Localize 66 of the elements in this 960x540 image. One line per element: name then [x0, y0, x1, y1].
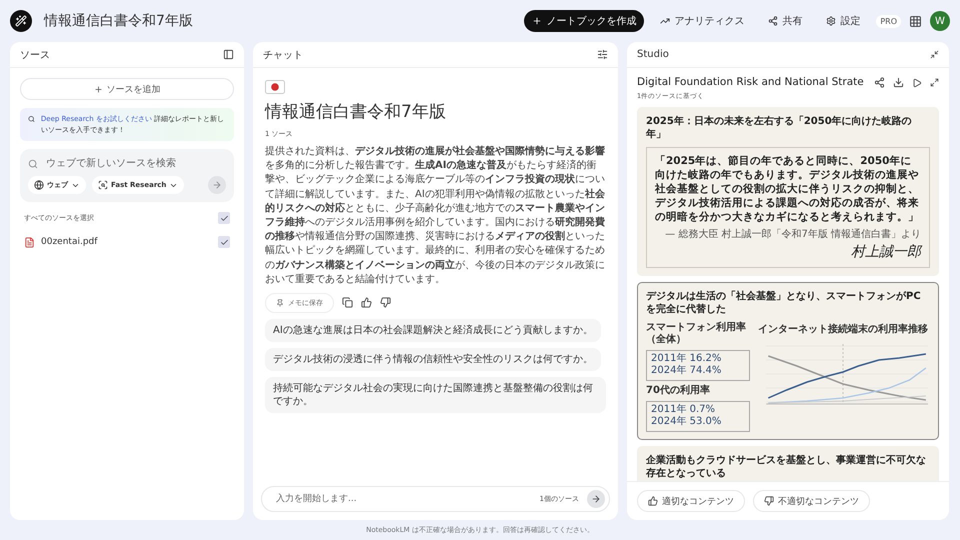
web-search-field[interactable]: ウェブで新しいソースを検索 [44, 157, 226, 170]
panel-title: チャット [263, 48, 303, 62]
send-button[interactable] [587, 490, 605, 508]
notebook-heading: 情報通信白書令和7年版 [265, 101, 447, 123]
trend-icon [660, 16, 670, 26]
plus-icon [94, 84, 102, 94]
globe-icon [34, 180, 44, 190]
suggested-question[interactable]: デジタル技術の浸透に伴う情報の信頼性や安全性のリスクは何ですか。 [265, 348, 601, 371]
panel-title: ソース [20, 48, 50, 62]
feedback-button[interactable]: 不適切なコンテンツ [753, 490, 870, 512]
source-name[interactable]: 00zentai.pdf [41, 237, 212, 247]
thumbs-up-icon [648, 496, 658, 506]
suggested-question[interactable]: AIの急速な進展は日本の社会課題解決と経済成長にどう貢献しますか。 [265, 318, 601, 342]
plus-icon [532, 16, 542, 26]
logo-icon[interactable] [10, 10, 32, 32]
pin-icon [276, 298, 284, 307]
search-icon [28, 114, 35, 124]
summary-text: 提供された資料は、デジタル技術の進展が社会基盤や国際情勢に与える影響を多角的に分析した報告書です。生成AIの急速な普及がもたらす経済的衝撃や、ビッグテック企業による海底ケーブル等のインフラ投資の現状について詳細に解説しています。また、AIの犯罪利用や偽情報の拡散といった社会的リスクへの対応とともに、少子高齢化が進む地方でのスマート農業やインフラ維持へのデジタル活用事例を紹介しています。国内における研究開発費の推移や情報通信分野の国際連携、災害時におけるメディアの役割といった幅広いトピックを網羅しています。最終的に、利用者の安心を確保するためのガバナンス構築とイノベーションの両立が、今後の日本のデジタル政策において重要であると結論付けています。 [265, 145, 606, 287]
sliders-icon[interactable] [597, 49, 608, 60]
share-icon[interactable] [874, 77, 885, 88]
arrow-icon [212, 180, 222, 190]
thumbs-down-icon [764, 496, 774, 506]
collapse-icon[interactable] [930, 50, 939, 59]
quote-attribution: — 総務大臣 村上誠一郎「令和7年版 情報通信白書」より [664, 228, 921, 240]
avatar[interactable]: W [930, 11, 950, 31]
checkbox[interactable] [218, 212, 230, 224]
panel-toggle-icon[interactable] [223, 49, 234, 60]
slide-title: 2025年：日本の未来を左右する「2050年に向けた岐路の年」 [646, 114, 913, 142]
stat-label: 70代の利用率 [646, 384, 711, 396]
checkbox[interactable] [218, 236, 230, 248]
header-button[interactable]: ノートブックを作成 [524, 10, 644, 32]
artifact-title: Digital Foundation Risk and National Strate [637, 76, 865, 90]
share-icon [768, 16, 778, 26]
panel-title: Studio [637, 49, 669, 60]
header-button[interactable]: 共有 [760, 10, 810, 32]
thumbs-down-icon[interactable] [380, 297, 391, 308]
slide-title: 企業活動もクラウドサービスを基盤とし、事業運営に不可欠な存在となっている [646, 454, 927, 480]
expand-icon[interactable] [930, 78, 939, 88]
chart-title: インターネット接続端末の利用率推移 [757, 322, 929, 336]
apps-grid-icon[interactable] [909, 14, 922, 28]
check-icon [220, 238, 228, 246]
stat-from: 2011年 0.7% [651, 404, 716, 416]
suggested-question[interactable]: 持続可能なデジタル社会の実現に向けた国際連携と基盤整備の役割は何ですか。 [265, 376, 606, 413]
check-icon [220, 214, 228, 222]
header-button[interactable]: アナリティクス [652, 10, 752, 32]
stat-from: 2011年 16.2% [651, 352, 722, 365]
flag-icon [265, 80, 285, 94]
header-button[interactable]: 設定 [818, 10, 868, 32]
signature: 村上誠一郎 [850, 242, 921, 260]
search-icon [28, 158, 38, 168]
stat-to: 2024年 74.4% [651, 365, 722, 378]
slide-title: デジタルは生活の「社会基盤」となり、スマートフォンがPCを完全に代替した [646, 290, 922, 316]
plan-badge: PRO [876, 14, 901, 28]
stat-label: スマートフォン利用率（全体） [646, 322, 747, 346]
settings-icon [826, 16, 836, 26]
arrow-icon [591, 494, 601, 504]
pdf-icon [24, 236, 35, 248]
thumbs-up-icon[interactable] [361, 297, 372, 308]
download-icon[interactable] [893, 77, 904, 88]
notebook-title: 情報通信白書令和7年版 [44, 12, 194, 30]
feedback-button[interactable]: 適切なコンテンツ [637, 490, 745, 512]
quote-text: 「2025年は、節目の年であると同時に、2050年に向けた岐路の年でもあります。デジタル技術の進展や社会基盤としての役割の拡大に伴うリスクの抑制と、デジタル技術活用による課題への対応の成否が、将来の明暗を分かつ大きなカギになると考えられます。」 [655, 154, 920, 224]
add-source-button[interactable]: ソースを追加 [20, 78, 234, 100]
play-icon[interactable] [912, 78, 922, 88]
stat-to: 2024年 53.0% [651, 416, 722, 428]
copy-icon[interactable] [342, 297, 353, 308]
